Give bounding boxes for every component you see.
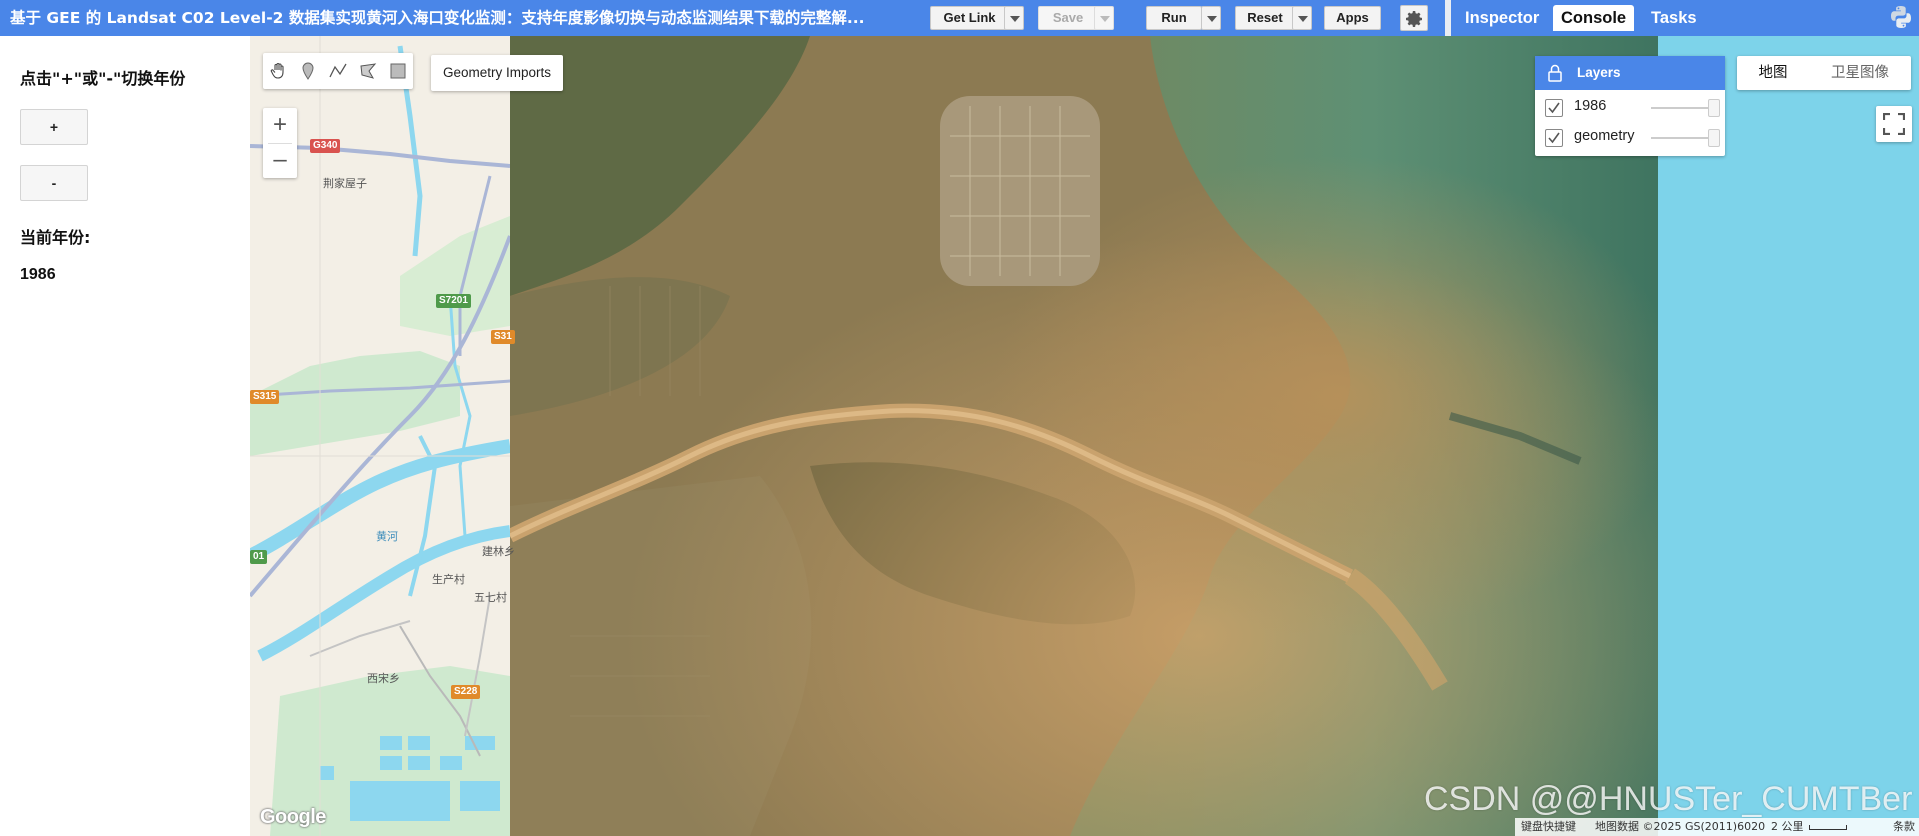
- run-label: Run: [1161, 10, 1187, 25]
- ui-panel: 点击"+"或"-"切换年份 + - 当前年份: 1986: [0, 36, 250, 836]
- point-tool[interactable]: [293, 53, 323, 89]
- road-shield-s01: 01: [250, 550, 268, 564]
- layer-checkbox[interactable]: [1545, 129, 1563, 147]
- line-tool[interactable]: [323, 53, 353, 89]
- road-shield-g340: G340: [310, 139, 341, 153]
- polyline-icon: [329, 63, 347, 78]
- drawing-tools: [263, 53, 413, 89]
- opacity-slider-handle[interactable]: [1708, 129, 1720, 147]
- apps-button[interactable]: Apps: [1324, 6, 1381, 30]
- zoom-out-button[interactable]: –: [263, 143, 297, 178]
- landsat-1986-layer: [510, 36, 1658, 836]
- checkmark-icon: [1548, 132, 1560, 144]
- place-label: 荆家屋子: [323, 177, 367, 190]
- road-shield-s228: S228: [451, 685, 481, 699]
- panel-divider[interactable]: [1445, 0, 1451, 36]
- fullscreen-icon: [1883, 113, 1905, 135]
- top-toolbar: 基于 GEE 的 Landsat C02 Level-2 数据集实现黄河入海口变…: [0, 0, 1919, 36]
- place-label: 五七村: [474, 591, 507, 604]
- map-type-satellite-button[interactable]: 卫星图像: [1809, 56, 1911, 90]
- reset-button[interactable]: Reset: [1235, 6, 1295, 30]
- layers-panel: Layers 1986 geometry: [1535, 56, 1725, 156]
- save-dropdown[interactable]: [1094, 6, 1114, 30]
- tab-console[interactable]: Console: [1553, 5, 1635, 31]
- previous-year-button[interactable]: -: [20, 165, 88, 201]
- layer-name: 1986: [1574, 98, 1607, 114]
- get-link-dropdown[interactable]: [1004, 6, 1024, 30]
- layers-title: Layers: [1577, 65, 1621, 80]
- next-year-button[interactable]: +: [20, 109, 88, 145]
- hand-icon: [270, 62, 284, 79]
- map-data-attribution: 地图数据 ©2025 GS(2011)6020: [1595, 820, 1766, 833]
- map-attribution-bar: 键盘快捷键 地图数据 ©2025 GS(2011)6020 2 公里 条款: [1515, 818, 1919, 836]
- polygon-tool[interactable]: [353, 53, 383, 89]
- layer-checkbox[interactable]: [1545, 99, 1563, 117]
- apps-label: Apps: [1336, 10, 1369, 25]
- layer-row-1986: 1986: [1535, 92, 1725, 122]
- opacity-slider-track[interactable]: [1651, 107, 1715, 109]
- tab-inspector[interactable]: Inspector: [1457, 5, 1547, 31]
- scale-bar: [1809, 825, 1847, 830]
- zoom-in-button[interactable]: +: [263, 108, 297, 143]
- place-label: 建林乡: [482, 545, 515, 558]
- instruction-label: 点击"+"或"-"切换年份: [20, 69, 186, 88]
- current-year-value: 1986: [20, 266, 56, 283]
- layers-header[interactable]: Layers: [1535, 56, 1725, 90]
- settings-button[interactable]: [1400, 5, 1428, 31]
- checkmark-icon: [1548, 102, 1560, 114]
- scale-label: 2 公里: [1771, 820, 1804, 833]
- save-button[interactable]: Save: [1038, 6, 1098, 30]
- lock-icon: [1548, 64, 1562, 82]
- pan-tool[interactable]: [263, 53, 293, 89]
- river-label: 黄河: [376, 530, 398, 543]
- rectangle-icon: [390, 63, 406, 79]
- polygon-icon: [360, 63, 377, 79]
- tab-tasks[interactable]: Tasks: [1643, 5, 1705, 31]
- road-shield-s315: S315: [250, 390, 280, 404]
- opacity-slider-handle[interactable]: [1708, 99, 1720, 117]
- terms-link[interactable]: 条款: [1893, 818, 1915, 836]
- road-shield-s7201: S7201: [436, 294, 471, 308]
- map-type-toggle: 地图 卫星图像: [1737, 56, 1911, 90]
- script-title: 基于 GEE 的 Landsat C02 Level-2 数据集实现黄河入海口变…: [10, 9, 865, 27]
- map-type-roadmap-button[interactable]: 地图: [1737, 56, 1809, 90]
- place-label: 生产村: [432, 573, 465, 586]
- watermark: CSDN @@HNUSTer_CUMTBer: [1424, 780, 1913, 818]
- rectangle-tool[interactable]: [383, 53, 413, 89]
- get-link-label: Get Link: [943, 10, 996, 25]
- fullscreen-button[interactable]: [1876, 106, 1912, 142]
- keyboard-shortcuts-link[interactable]: 键盘快捷键: [1521, 818, 1576, 836]
- python-icon[interactable]: [1888, 4, 1914, 30]
- get-link-button[interactable]: Get Link: [930, 6, 1009, 30]
- map-pin-icon: [302, 62, 314, 80]
- opacity-slider-track[interactable]: [1651, 137, 1715, 139]
- zoom-control: + –: [263, 108, 297, 178]
- geometry-imports-button[interactable]: Geometry Imports: [431, 55, 564, 91]
- map-view[interactable]: G340 荆家屋子 S7201 S31 S315 黄河 01 建林乡 生产村 五…: [250, 36, 1919, 836]
- place-label: 西宋乡: [367, 672, 400, 685]
- layer-row-geometry: geometry: [1535, 122, 1725, 152]
- current-year-label: 当前年份:: [20, 228, 91, 247]
- road-shield-s31: S31: [491, 330, 515, 344]
- google-logo: Google: [260, 806, 326, 828]
- reset-label: Reset: [1247, 10, 1283, 25]
- run-button[interactable]: Run: [1146, 6, 1202, 30]
- gear-icon: [1406, 11, 1422, 27]
- layer-name: geometry: [1574, 128, 1635, 144]
- run-dropdown[interactable]: [1201, 6, 1221, 30]
- save-label: Save: [1052, 10, 1084, 25]
- reset-dropdown[interactable]: [1292, 6, 1312, 30]
